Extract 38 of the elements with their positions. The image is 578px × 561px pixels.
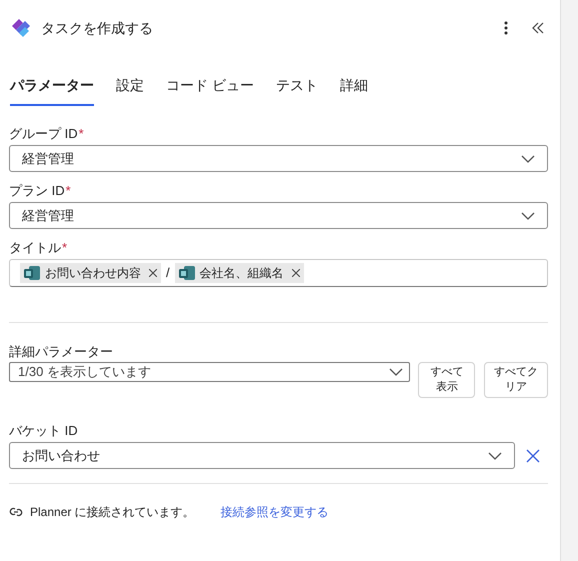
dropdown[interactable]: 1/30 を表示しています [9,362,410,382]
tab[interactable]: 詳細 [340,75,368,106]
field-label: バケット ID [9,422,79,439]
close-icon[interactable] [526,448,540,462]
dropdown[interactable]: お問い合わせ [9,442,515,469]
connection-status: Planner に接続されています。 [30,504,195,521]
remove-icon[interactable] [149,269,157,277]
dropdown[interactable]: 経営管理 [9,145,548,172]
app-icon [178,266,195,280]
required-mark: * [78,125,84,144]
tab[interactable]: パラメーター [10,75,94,106]
tab[interactable]: テスト [276,75,318,106]
app-logo-icon [10,17,32,39]
dropdown[interactable]: 経営管理 [9,202,548,229]
show-all-button[interactable]: すべて表示 [418,362,476,398]
field-label: グループ ID [9,125,78,144]
field-label: タイトル [9,239,61,258]
title-input-field[interactable]: お問い合わせ内容 / 会社名、組織名 [9,259,548,287]
chevron-down-icon [488,452,502,460]
chevron-down-icon [521,154,535,162]
link-icon [9,506,23,518]
app-icon [24,266,40,280]
tab[interactable]: 設定 [116,75,144,106]
clear-all-button[interactable]: すべてクリア [484,362,548,398]
remove-icon[interactable] [292,269,300,277]
token-chip[interactable]: 会社名、組織名 [174,263,304,283]
collapse-icon[interactable] [532,21,546,35]
chevron-down-icon [389,368,404,376]
chevron-down-icon [521,212,535,220]
field-label: プラン ID [9,182,65,200]
required-mark: * [66,182,71,200]
panel-title: タスクを作成する [41,18,153,38]
required-mark: * [62,239,68,258]
change-connection-link[interactable]: 接続参照を変更する [220,503,329,521]
field-label: 詳細パラメーター [9,343,114,360]
separator-text: / [166,264,170,282]
tab[interactable]: コード ビュー [166,75,254,106]
token-chip[interactable]: お問い合わせ内容 [20,263,161,283]
